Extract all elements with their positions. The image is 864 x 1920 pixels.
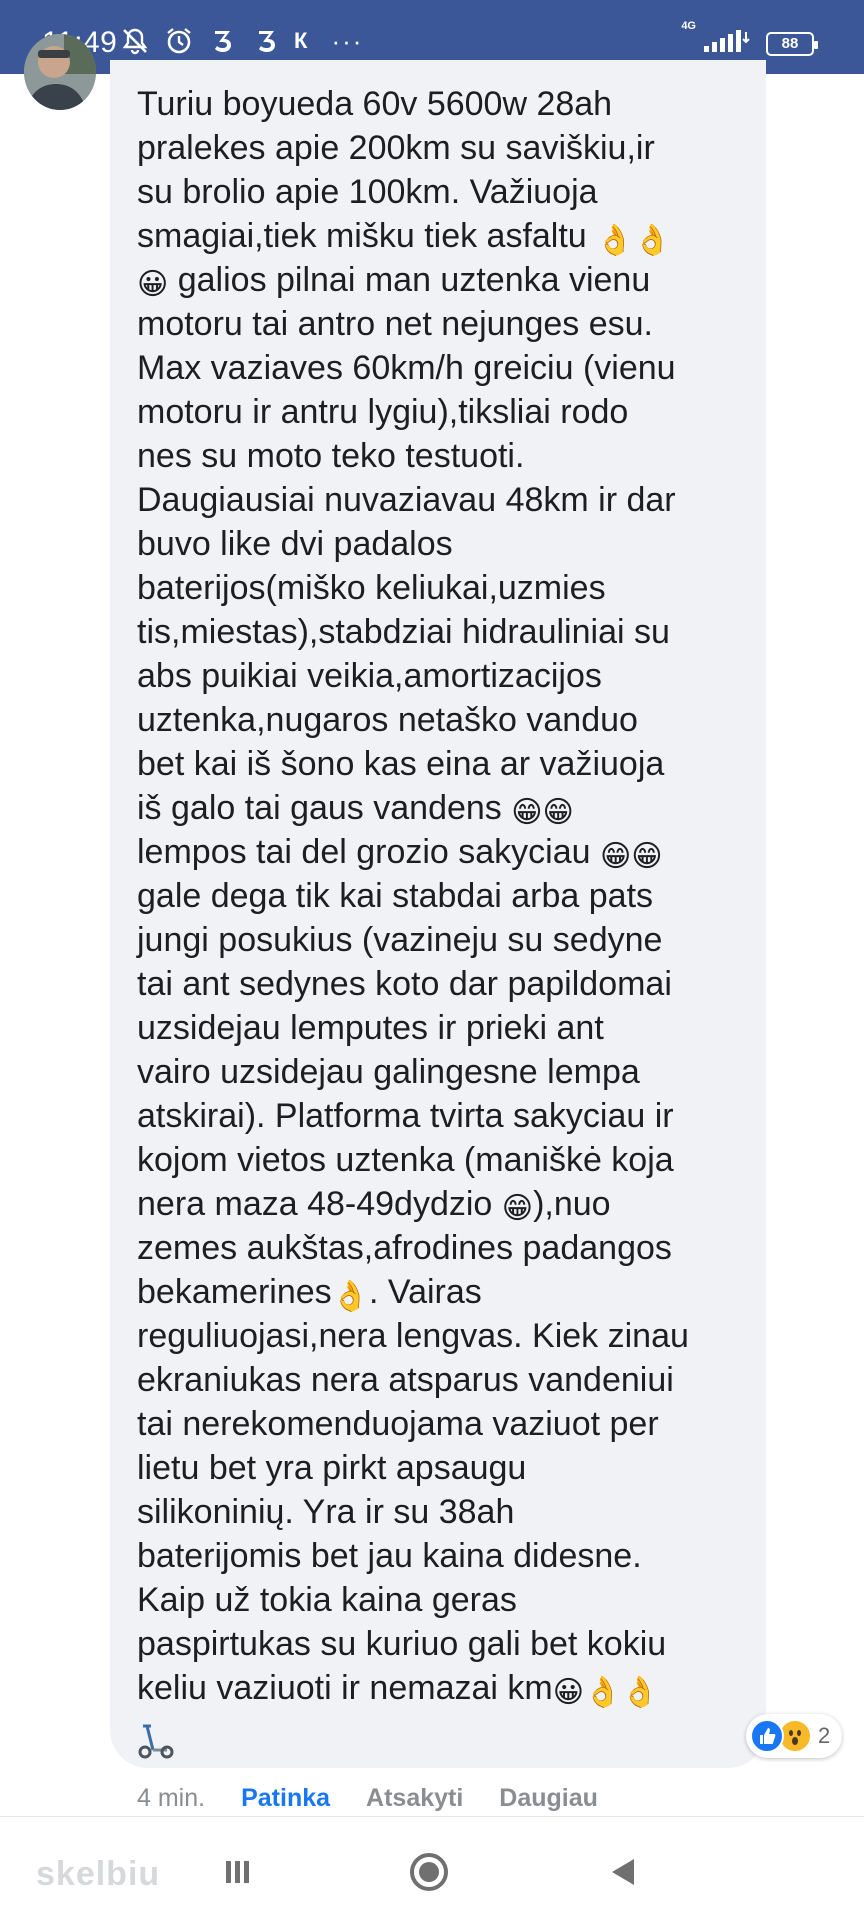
home-button[interactable] xyxy=(408,1851,450,1893)
comment-line: nera maza 48-49dydzio 😁),nuo xyxy=(137,1185,611,1226)
comment-line: gale dega tik kai stabdai arba pats xyxy=(137,877,654,915)
comment-line: silikoninių. Yra ir su 38ah xyxy=(137,1493,515,1531)
comment-line: Max vaziaves 60km/h greiciu (vienu xyxy=(137,349,676,387)
comment-line: tis,miestas),stabdziai hidrauliniai su xyxy=(137,613,670,651)
watermark-logo: skelbiu xyxy=(36,1855,161,1893)
comment-line: motoru ir antru lygiu),tiksliai rodo xyxy=(137,393,629,431)
comment-line: pralekes apie 200km su saviškiu,ir xyxy=(137,129,655,167)
emoji-icon: 👌 xyxy=(331,1279,370,1314)
comment-line: uzsidejau lemputes ir prieki ant xyxy=(137,1009,604,1047)
comment-line: keliu vaziuoti ir nemazai km😀👌👌 xyxy=(137,1669,659,1710)
comment-actions: 4 min. Patinka Atsakyti Daugiau xyxy=(137,1780,598,1816)
comment-line: zemes aukštas,afrodines padangos xyxy=(137,1229,672,1267)
comment-timestamp: 4 min. xyxy=(137,1783,206,1812)
comment-line: vairo uzsidejau galingesne lempa xyxy=(137,1053,640,1091)
reactions-summary[interactable]: 2 xyxy=(746,1714,842,1758)
emoji-icon: 😀 xyxy=(552,1675,584,1710)
screen: 11:49 К ··· 4G xyxy=(0,0,864,1920)
more-button[interactable]: Daugiau xyxy=(499,1784,598,1813)
comment-line: lietu bet yra pirkt apsaugu xyxy=(137,1449,527,1487)
reaction-count: 2 xyxy=(818,1723,831,1748)
status-right: 88 xyxy=(702,28,818,59)
comment-line: su brolio apie 100km. Važiuoja xyxy=(137,173,598,211)
comment-line: Kaip už tokia kaina geras xyxy=(137,1581,517,1619)
comment-line: smagiai,tiek mišku tiek asfaltu 👌👌 xyxy=(137,217,671,258)
system-nav-bar: skelbiu xyxy=(0,1817,864,1920)
reply-button[interactable]: Atsakyti xyxy=(366,1784,463,1813)
signal-icon xyxy=(702,28,754,59)
status-notification-icons: К ··· xyxy=(118,24,363,58)
comment-line: iš galo tai gaus vandens 😁😁 xyxy=(137,789,574,830)
comment-line: nes su moto teko testuoti. xyxy=(137,437,525,475)
commenter-avatar[interactable] xyxy=(24,34,96,110)
comment-line: bekamerines👌. Vairas xyxy=(137,1273,482,1314)
comment-line: bet kai iš šono kas eina ar važiuoja xyxy=(137,745,665,783)
comment-line: jungi posukius (vazineju su sedyne xyxy=(137,921,663,959)
comment-line: abs puikiai veikia,amortizacijos xyxy=(137,657,602,695)
emoji-icon: 😁 xyxy=(542,795,574,830)
emoji-icon: 👌 xyxy=(621,1675,659,1710)
comment-line: tai ant sedynes koto dar papildomai xyxy=(137,965,672,1003)
comment-line: ekraniukas nera atsparus vandeniui xyxy=(137,1361,674,1399)
emoji-icon: 👌 xyxy=(596,223,634,258)
comment-line: motoru tai antro net nejunges esu. xyxy=(137,305,653,343)
carrier-badge: К xyxy=(294,28,308,53)
emoji-icon: 😁 xyxy=(600,839,632,874)
emoji-icon: 👌 xyxy=(633,223,671,258)
network-type: 4G xyxy=(681,20,696,32)
comment-line: Daugiausiai nuvaziavau 48km ir dar xyxy=(137,481,676,519)
kick-scooter-icon xyxy=(135,1720,175,1760)
comment-line: uztenka,nugaros netaško vanduo xyxy=(137,701,638,739)
comment-line: baterijomis bet jau kaina didesne. xyxy=(137,1537,642,1575)
like-button[interactable]: Patinka xyxy=(241,1784,330,1813)
emoji-icon: 😁 xyxy=(511,795,543,830)
comment-line: reguliuojasi,nera lengvas. Kiek zinau xyxy=(137,1317,689,1355)
comment-line: Turiu boyueda 60v 5600w 28ah xyxy=(137,85,613,123)
comment-line: paspirtukas su kuriuo gali bet kokiu xyxy=(137,1625,667,1663)
more-notifications-icon: ··· xyxy=(331,25,364,56)
emoji-icon: 👌 xyxy=(583,1675,622,1710)
recent-apps-button[interactable] xyxy=(224,1859,252,1885)
comment-line: kojom vietos uztenka (maniškė koja xyxy=(137,1141,674,1179)
app-notification-icon xyxy=(206,24,240,58)
comment-line: atskirai). Platforma tvirta sakyciau ir xyxy=(137,1097,674,1135)
back-button[interactable] xyxy=(606,1855,640,1889)
comment-line: 😀 galios pilnai man uztenka vienu xyxy=(137,261,651,302)
comment-line: tai nerekomenduojama vaziuot per xyxy=(137,1405,659,1443)
app-notification-icon-2 xyxy=(250,24,284,58)
comment-text: Turiu boyueda 60v 5600w 28ah pralekes api… xyxy=(137,82,757,1710)
emoji-icon: 😁 xyxy=(501,1191,534,1226)
comment-line: buvo like dvi padalos xyxy=(137,525,453,563)
comment-line: lempos tai del grozio sakyciau 😁😁 xyxy=(137,833,663,874)
mute-icon xyxy=(118,24,152,58)
comment-line: baterijos(miško keliukai,uzmies xyxy=(137,569,606,607)
alarm-clock-icon xyxy=(162,24,196,58)
emoji-icon: 😁 xyxy=(631,839,663,874)
like-reaction-icon xyxy=(750,1719,784,1753)
battery-indicator: 88 xyxy=(766,31,818,56)
emoji-icon: 😀 xyxy=(137,267,169,302)
